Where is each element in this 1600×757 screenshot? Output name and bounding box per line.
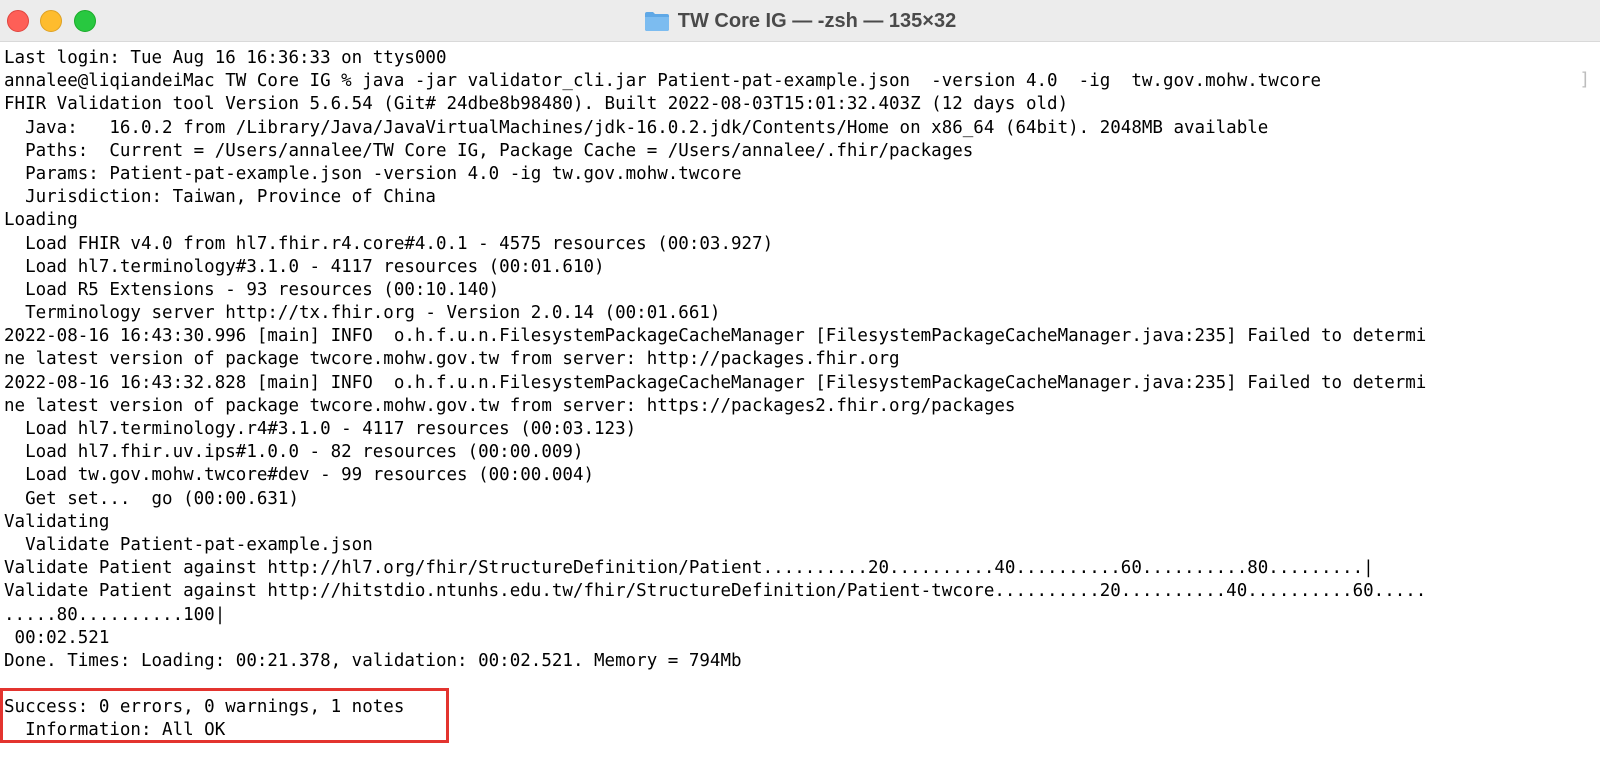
line-wrap-marker: ] [1579,70,1590,90]
terminal-line: Loading [4,210,78,231]
terminal-line: Load hl7.fhir.uv.ips#1.0.0 - 82 resource… [4,442,584,463]
terminal-line: ne latest version of package twcore.mohw… [4,395,1016,416]
terminal-line: 2022-08-16 16:43:30.996 [main] INFO o.h.… [4,326,1427,347]
terminal-line: Done. Times: Loading: 00:21.378, validat… [4,650,742,671]
terminal-line: Params: Patient-pat-example.json -versio… [4,163,742,184]
window-title-group: TW Core IG — -zsh — 135×32 [0,0,1600,42]
terminal-line: .....80..........100| [4,604,226,625]
terminal-line: Validate Patient against http://hitstdio… [4,581,1427,602]
folder-icon [644,12,669,31]
terminal-line: Terminology server http://tx.fhir.org - … [4,303,721,324]
terminal-line: Success: 0 errors, 0 warnings, 1 notes [4,697,405,718]
terminal-line: Jurisdiction: Taiwan, Province of China [4,187,436,208]
terminal-line: Load hl7.terminology.r4#3.1.0 - 4117 res… [4,419,637,439]
terminal-line: annalee@liqiandeiMac TW Core IG % java -… [4,71,1321,92]
terminal-line: FHIR Validation tool Version 5.6.54 (Git… [4,94,1069,115]
title-bar[interactable]: TW Core IG — -zsh — 135×32 [0,0,1600,42]
terminal-line: 00:02.521 [4,627,110,648]
terminal-line: Information: All OK [4,720,226,741]
terminal-line: Load tw.gov.mohw.twcore#dev - 99 resourc… [4,465,595,486]
terminal-line: Java: 16.0.2 from /Library/Java/JavaVirt… [4,117,1269,138]
terminal-line: ne latest version of package twcore.mohw… [4,349,900,370]
terminal-line: Paths: Current = /Users/annalee/TW Core … [4,140,974,161]
terminal-window: TW Core IG — -zsh — 135×32 Last login: T… [0,0,1600,757]
terminal-line: Load FHIR v4.0 from hl7.fhir.r4.core#4.0… [4,233,774,254]
terminal-line: Get set... go (00:00.631) [4,488,300,509]
window-title: TW Core IG — -zsh — 135×32 [677,9,957,32]
terminal-line: 2022-08-16 16:43:32.828 [main] INFO o.h.… [4,372,1427,393]
terminal-output[interactable]: Last login: Tue Aug 16 16:36:33 on ttys0… [4,47,1594,743]
terminal-line: Validate Patient-pat-example.json [4,534,373,555]
terminal-line: Validate Patient against http://hl7.org/… [4,558,1374,579]
terminal-line: Load hl7.terminology#3.1.0 - 4117 resour… [4,256,605,277]
terminal-line: Last login: Tue Aug 16 16:36:33 on ttys0… [4,48,447,68]
terminal-line: Load R5 Extensions - 93 resources (00:10… [4,279,500,300]
terminal-line: Validating [4,511,110,532]
